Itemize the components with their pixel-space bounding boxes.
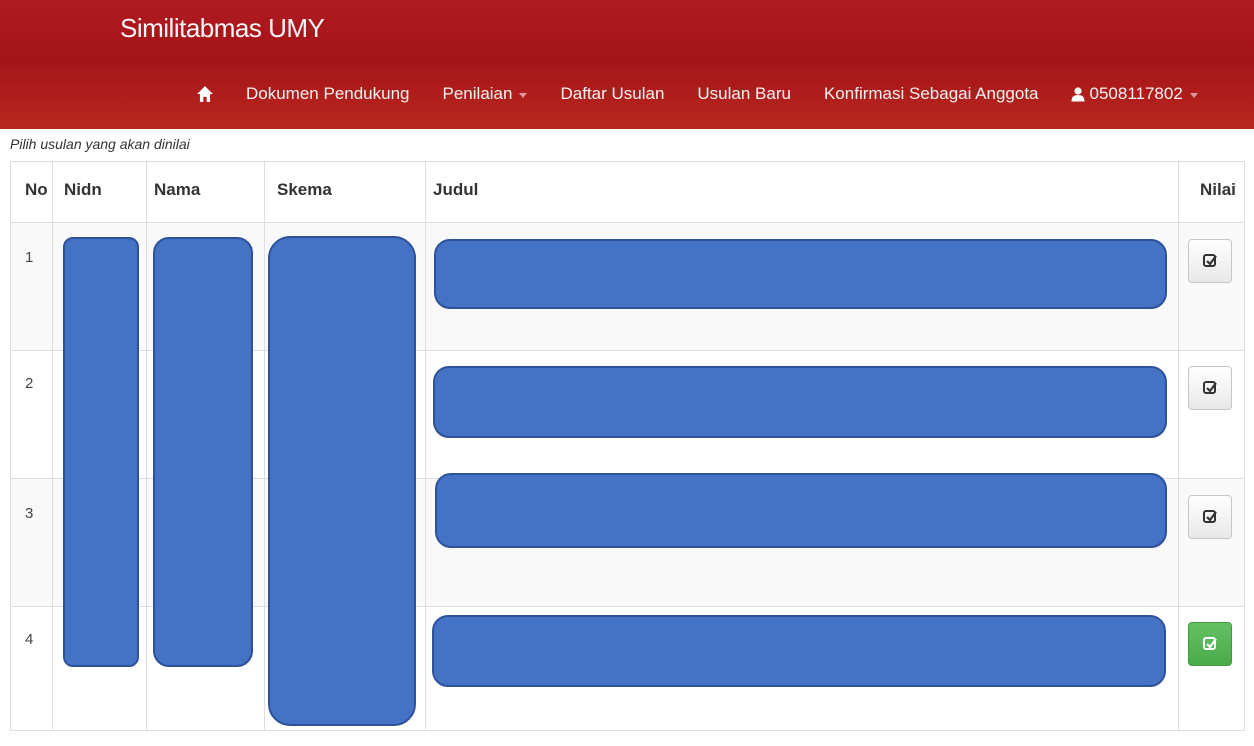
judul-redacted: [432, 615, 1166, 687]
user-icon: [1071, 87, 1085, 102]
column-divider: [264, 162, 265, 730]
check-icon: [1203, 510, 1217, 523]
caret-down-icon: [1189, 92, 1198, 98]
table-header-row: No Nidn Nama Skema Judul Nilai: [11, 162, 1244, 222]
header-nama: Nama: [154, 180, 201, 199]
row-number: 1: [25, 249, 34, 266]
judul-redacted: [434, 239, 1167, 309]
nav-item-label: Konfirmasi Sebagai Anggota: [823, 84, 1039, 103]
header-no: No: [25, 180, 48, 199]
row-number: 4: [25, 631, 34, 648]
navbar: Similitabmas UMY Dokumen Pendukung Penil…: [0, 0, 1254, 129]
nav-item-label: Daftar Usulan: [560, 84, 665, 103]
nav-usulan-baru[interactable]: Usulan Baru: [697, 84, 791, 104]
main-nav: Dokumen Pendukung Penilaian Daftar Usula…: [196, 84, 1198, 104]
check-icon: [1203, 381, 1217, 394]
nilai-button[interactable]: [1188, 239, 1232, 283]
header-nilai: Nilai: [1200, 180, 1236, 199]
judul-redacted: [433, 366, 1167, 438]
nav-dokumen-pendukung[interactable]: Dokumen Pendukung: [246, 84, 410, 104]
row-number: 3: [25, 505, 34, 522]
check-icon: [1203, 254, 1217, 267]
column-divider: [1178, 162, 1179, 730]
column-divider: [146, 162, 147, 730]
column-divider: [52, 162, 53, 730]
judul-redacted: [435, 473, 1167, 548]
usulan-table: No Nidn Nama Skema Judul Nilai 1 2 3 4: [10, 161, 1245, 731]
nav-home[interactable]: [196, 85, 214, 103]
nama-redacted: [153, 237, 253, 667]
nav-user-menu[interactable]: 0508117802: [1070, 84, 1198, 104]
nav-penilaian[interactable]: Penilaian: [443, 84, 528, 104]
brand-title[interactable]: Similitabmas UMY: [120, 13, 325, 44]
nidn-redacted: [63, 237, 139, 667]
table-caption: Pilih usulan yang akan dinilai: [10, 136, 190, 152]
header-skema: Skema: [277, 180, 332, 199]
header-nidn: Nidn: [64, 180, 102, 199]
row-number: 2: [25, 375, 34, 392]
nilai-button[interactable]: [1188, 495, 1232, 539]
column-divider: [425, 162, 426, 730]
nav-daftar-usulan[interactable]: Daftar Usulan: [560, 84, 664, 104]
header-judul: Judul: [433, 180, 479, 199]
caret-down-icon: [519, 92, 528, 98]
user-id-label: 0508117802: [1089, 84, 1183, 103]
nilai-button-scored[interactable]: [1188, 622, 1232, 666]
home-icon: [197, 86, 213, 102]
nav-item-label: Penilaian: [442, 84, 513, 103]
nilai-button[interactable]: [1188, 366, 1232, 410]
check-icon: [1203, 637, 1217, 650]
nav-item-label: Usulan Baru: [697, 84, 791, 103]
nav-konfirmasi-anggota[interactable]: Konfirmasi Sebagai Anggota: [824, 84, 1039, 104]
skema-redacted: [268, 236, 416, 726]
nav-item-label: Dokumen Pendukung: [246, 84, 410, 103]
